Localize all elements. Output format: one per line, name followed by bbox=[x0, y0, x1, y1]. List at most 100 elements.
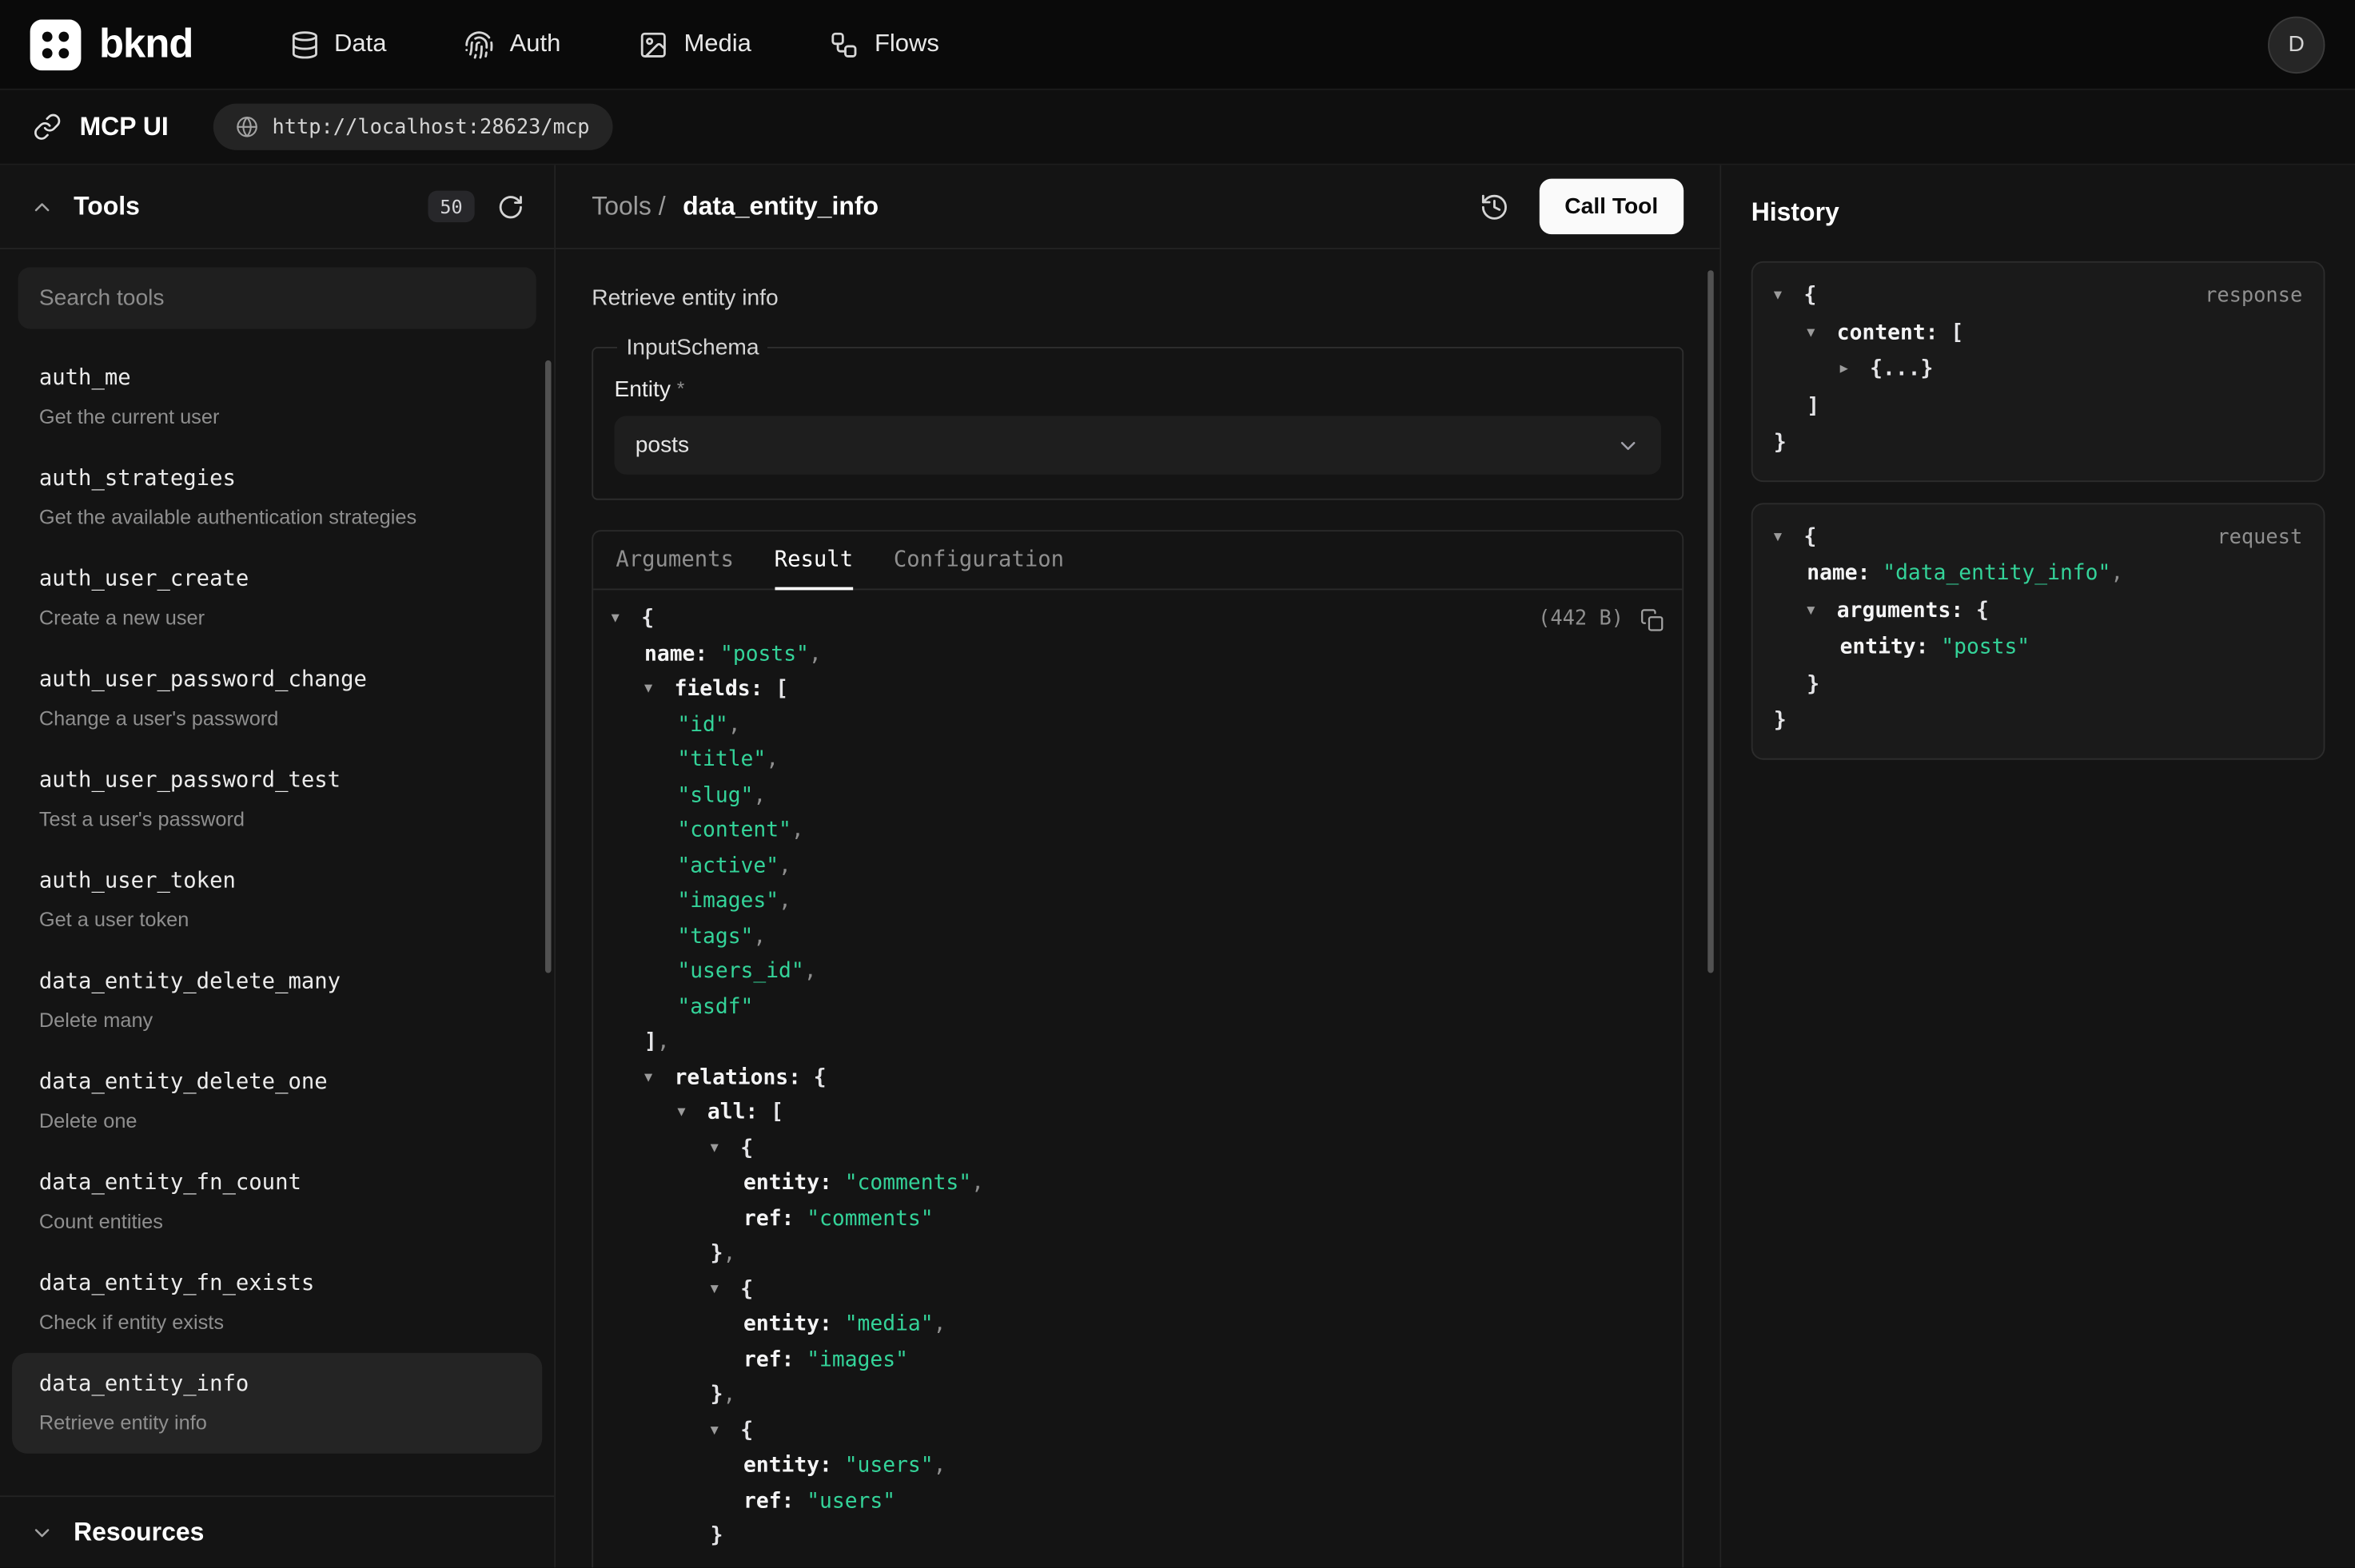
mcp-title: MCP UI bbox=[80, 112, 169, 142]
content-scrollbar[interactable] bbox=[1707, 270, 1714, 973]
collapse-toggle-icon[interactable]: ▼ bbox=[612, 602, 642, 637]
json-punct: ] bbox=[1807, 388, 1819, 425]
tab-arguments[interactable]: Arguments bbox=[616, 531, 734, 590]
history-icon[interactable] bbox=[1479, 192, 1509, 222]
collapse-toggle-icon[interactable]: ▼ bbox=[711, 1414, 741, 1449]
tool-name: data_entity_fn_exists bbox=[39, 1269, 516, 1300]
collapse-toggle-icon[interactable]: ▼ bbox=[1807, 592, 1837, 629]
tool-list-item[interactable]: auth_user_password_test Test a user's pa… bbox=[12, 750, 542, 850]
tool-description: Get the current user bbox=[39, 403, 516, 432]
json-punct: , bbox=[934, 1449, 946, 1484]
tool-list-item[interactable]: auth_strategies Get the available authen… bbox=[12, 448, 542, 548]
collapse-toggle-icon[interactable]: ▼ bbox=[1774, 278, 1804, 315]
json-line: entity: "media", bbox=[612, 1307, 1664, 1343]
copy-button[interactable] bbox=[1640, 607, 1664, 631]
json-punct: [ bbox=[775, 673, 788, 708]
nav-item-label: Flows bbox=[875, 30, 939, 59]
history-title: History bbox=[1751, 198, 2325, 229]
top-nav: bknd Data Auth Media Flows D bbox=[0, 0, 2355, 90]
json-punct: { bbox=[1803, 519, 1816, 555]
json-key: name: bbox=[1807, 555, 1883, 592]
json-key: content: bbox=[1837, 315, 1951, 352]
tool-list-item[interactable]: auth_user_token Get a user token bbox=[12, 850, 542, 950]
nav-item-flows[interactable]: Flows bbox=[830, 30, 939, 60]
collapse-toggle-icon[interactable]: ▼ bbox=[711, 1132, 741, 1167]
collapse-toggle-icon[interactable]: ▼ bbox=[644, 673, 675, 708]
tool-list-item[interactable]: data_entity_fn_exists Check if entity ex… bbox=[12, 1252, 542, 1353]
history-panel: History ▼{response▼content: [▶{...}]} ▼{… bbox=[1719, 165, 2355, 1568]
entity-field-label: Entity * bbox=[614, 377, 1661, 403]
collapse-toggle-icon[interactable]: ▼ bbox=[677, 1096, 707, 1132]
tool-list-item[interactable]: auth_user_password_change Change a user'… bbox=[12, 649, 542, 750]
json-line: } bbox=[1774, 702, 2302, 739]
search-input[interactable] bbox=[18, 267, 536, 328]
tool-detail-header: Tools / data_entity_info Call Tool bbox=[556, 165, 1719, 249]
tool-list-item[interactable]: data_entity_info Retrieve entity info bbox=[12, 1353, 542, 1454]
tool-list-item[interactable]: data_entity_fn_count Count entities bbox=[12, 1152, 542, 1252]
json-line: } bbox=[1774, 425, 2302, 462]
json-line: ▼fields: [ bbox=[612, 673, 1664, 708]
history-entry-response[interactable]: ▼{response▼content: [▶{...}]} bbox=[1751, 261, 2325, 481]
refresh-icon[interactable] bbox=[497, 193, 524, 220]
call-tool-button[interactable]: Call Tool bbox=[1539, 179, 1684, 235]
brand-name: bknd bbox=[99, 21, 193, 67]
tool-name: data_entity_delete_one bbox=[39, 1068, 516, 1099]
copy-icon bbox=[1640, 607, 1664, 631]
entity-label-text: Entity bbox=[614, 377, 670, 403]
tab-configuration[interactable]: Configuration bbox=[894, 531, 1064, 590]
user-avatar[interactable]: D bbox=[2268, 16, 2325, 73]
json-line: } bbox=[1774, 666, 2302, 702]
json-line: ▼{(442 B) bbox=[612, 602, 1664, 637]
input-schema-legend: InputSchema bbox=[617, 335, 768, 360]
json-line: "tags", bbox=[612, 920, 1664, 955]
json-key: entity: bbox=[743, 1307, 845, 1343]
chevron-down-icon bbox=[30, 1520, 54, 1544]
json-punct: , bbox=[766, 743, 779, 778]
resources-section-toggle[interactable]: Resources bbox=[0, 1495, 554, 1567]
json-string: "posts" bbox=[720, 638, 809, 673]
json-key: entity: bbox=[743, 1449, 845, 1484]
tool-list-item[interactable]: auth_user_create Create a new user bbox=[12, 548, 542, 649]
sidebar-scrollbar[interactable] bbox=[545, 360, 552, 973]
history-entry-request[interactable]: ▼{requestname: "data_entity_info",▼argum… bbox=[1751, 502, 2325, 758]
tab-result[interactable]: Result bbox=[775, 531, 853, 590]
nav-item-data[interactable]: Data bbox=[289, 30, 387, 60]
json-punct: { bbox=[740, 1272, 753, 1307]
tool-detail-body: Retrieve entity info InputSchema Entity … bbox=[556, 249, 1719, 1568]
json-string: "users" bbox=[845, 1449, 934, 1484]
json-punct: { bbox=[1803, 278, 1816, 315]
collapse-toggle-icon[interactable]: ▼ bbox=[644, 1061, 675, 1096]
json-string: "images" bbox=[677, 885, 779, 920]
chevron-up-icon[interactable] bbox=[30, 194, 54, 218]
entity-select[interactable]: posts bbox=[614, 416, 1661, 474]
expand-toggle-icon[interactable]: ▶ bbox=[1840, 352, 1871, 388]
collapse-toggle-icon[interactable]: ▼ bbox=[711, 1272, 741, 1307]
mcp-bar: MCP UI http://localhost:28623/mcp bbox=[0, 90, 2355, 165]
nav-item-media[interactable]: Media bbox=[639, 30, 751, 60]
tool-list-item[interactable]: data_entity_delete_one Delete one bbox=[12, 1051, 542, 1152]
json-punct: [ bbox=[1951, 315, 1963, 352]
tools-count-badge: 50 bbox=[428, 191, 474, 222]
json-punct: , bbox=[971, 1167, 984, 1202]
json-punct: { bbox=[740, 1414, 753, 1449]
collapse-toggle-icon[interactable]: ▼ bbox=[1807, 315, 1837, 352]
json-string: "content" bbox=[677, 814, 791, 849]
tool-list-item[interactable]: auth_me Get the current user bbox=[12, 347, 542, 448]
collapse-toggle-icon[interactable]: ▼ bbox=[1774, 519, 1804, 555]
json-punct: } bbox=[711, 1237, 723, 1272]
input-schema-fieldset: InputSchema Entity * posts bbox=[592, 335, 1684, 500]
tool-name: auth_user_password_change bbox=[39, 665, 516, 696]
json-line: ref: "comments" bbox=[612, 1202, 1664, 1237]
nav-item-auth[interactable]: Auth bbox=[464, 30, 560, 60]
brand[interactable]: bknd bbox=[30, 18, 193, 70]
json-string: "title" bbox=[677, 743, 766, 778]
json-punct: , bbox=[723, 1237, 736, 1272]
nav-item-label: Auth bbox=[510, 30, 561, 59]
tools-header: Tools 50 bbox=[0, 165, 554, 249]
json-string: "users" bbox=[807, 1484, 895, 1519]
tool-description: Retrieve entity info bbox=[39, 1408, 516, 1437]
database-icon bbox=[289, 30, 320, 60]
json-line: "content", bbox=[612, 814, 1664, 849]
mcp-url-pill[interactable]: http://localhost:28623/mcp bbox=[213, 104, 612, 150]
tool-list-item[interactable]: data_entity_delete_many Delete many bbox=[12, 950, 542, 1051]
